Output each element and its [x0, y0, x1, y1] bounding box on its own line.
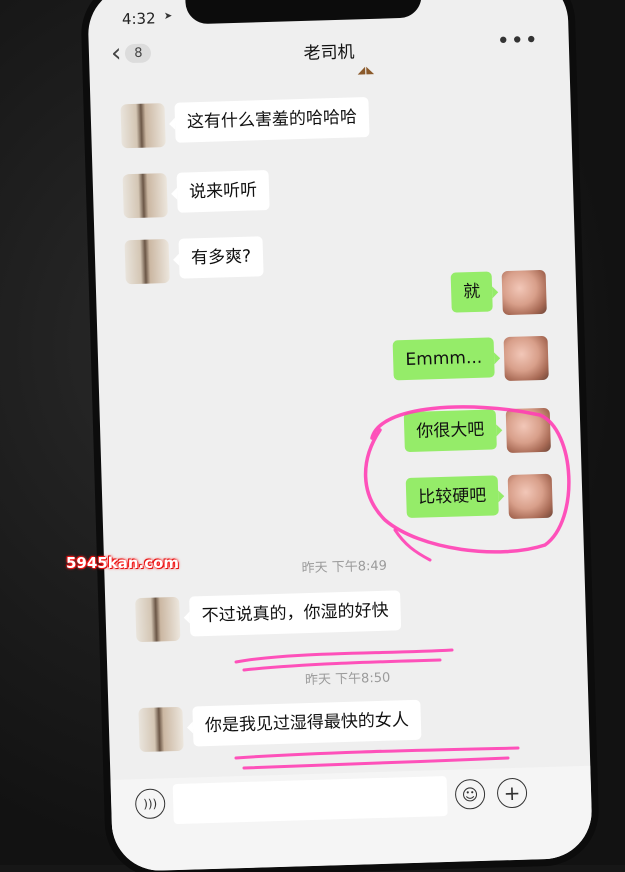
message-bubble[interactable]: 说来听听	[176, 170, 270, 213]
message-row: 这有什么害羞的哈哈哈	[120, 97, 370, 149]
friend-avatar[interactable]	[122, 173, 168, 219]
message-input[interactable]	[172, 775, 448, 825]
friend-avatar[interactable]	[135, 596, 181, 643]
message-row: 你很大吧	[403, 407, 551, 456]
input-bar: ))) ☺ +	[110, 765, 594, 872]
site-watermark: 5945kan.com	[66, 554, 180, 572]
message-row: 就	[450, 269, 547, 317]
message-row: 你是我见过湿得最快的女人	[138, 699, 422, 753]
message-row: Emmm...	[392, 335, 549, 385]
my-avatar[interactable]	[503, 335, 549, 382]
message-bubble[interactable]: 你是我见过湿得最快的女人	[192, 699, 422, 747]
message-bubble[interactable]: Emmm...	[392, 337, 495, 381]
friend-avatar[interactable]	[138, 706, 184, 753]
my-avatar[interactable]	[505, 407, 551, 454]
message-bubble[interactable]: 你很大吧	[403, 409, 497, 453]
message-row: 不过说真的，你湿的好快	[135, 590, 402, 643]
message-list: 这有什么害羞的哈哈哈 说来听听 有多爽? 就 Emmm... 你很大吧 比较硬吧…	[87, 0, 593, 872]
message-bubble[interactable]: 这有什么害羞的哈哈哈	[174, 97, 370, 143]
plus-icon[interactable]: +	[496, 777, 528, 809]
friend-avatar[interactable]	[124, 239, 170, 285]
message-timestamp: 昨天 下午8:50	[304, 670, 391, 689]
my-avatar[interactable]	[501, 269, 547, 316]
message-row: 有多爽?	[124, 236, 264, 285]
message-bubble[interactable]: 就	[450, 271, 493, 313]
emoji-icon[interactable]: ☺	[454, 778, 486, 810]
message-bubble[interactable]: 有多爽?	[178, 236, 264, 279]
message-row: 比较硬吧	[405, 473, 553, 522]
message-bubble[interactable]: 不过说真的，你湿的好快	[189, 590, 402, 637]
phone-screen: 4:32 ➤ ‹ 8 老司机 ◢◣ ••• 这有什么害羞的哈哈哈 说来听听 有多…	[86, 0, 594, 872]
friend-avatar[interactable]	[120, 103, 166, 149]
message-bubble[interactable]: 比较硬吧	[405, 475, 499, 519]
voice-icon[interactable]: )))	[134, 788, 166, 820]
my-avatar[interactable]	[507, 473, 553, 520]
message-row: 说来听听	[122, 170, 270, 219]
